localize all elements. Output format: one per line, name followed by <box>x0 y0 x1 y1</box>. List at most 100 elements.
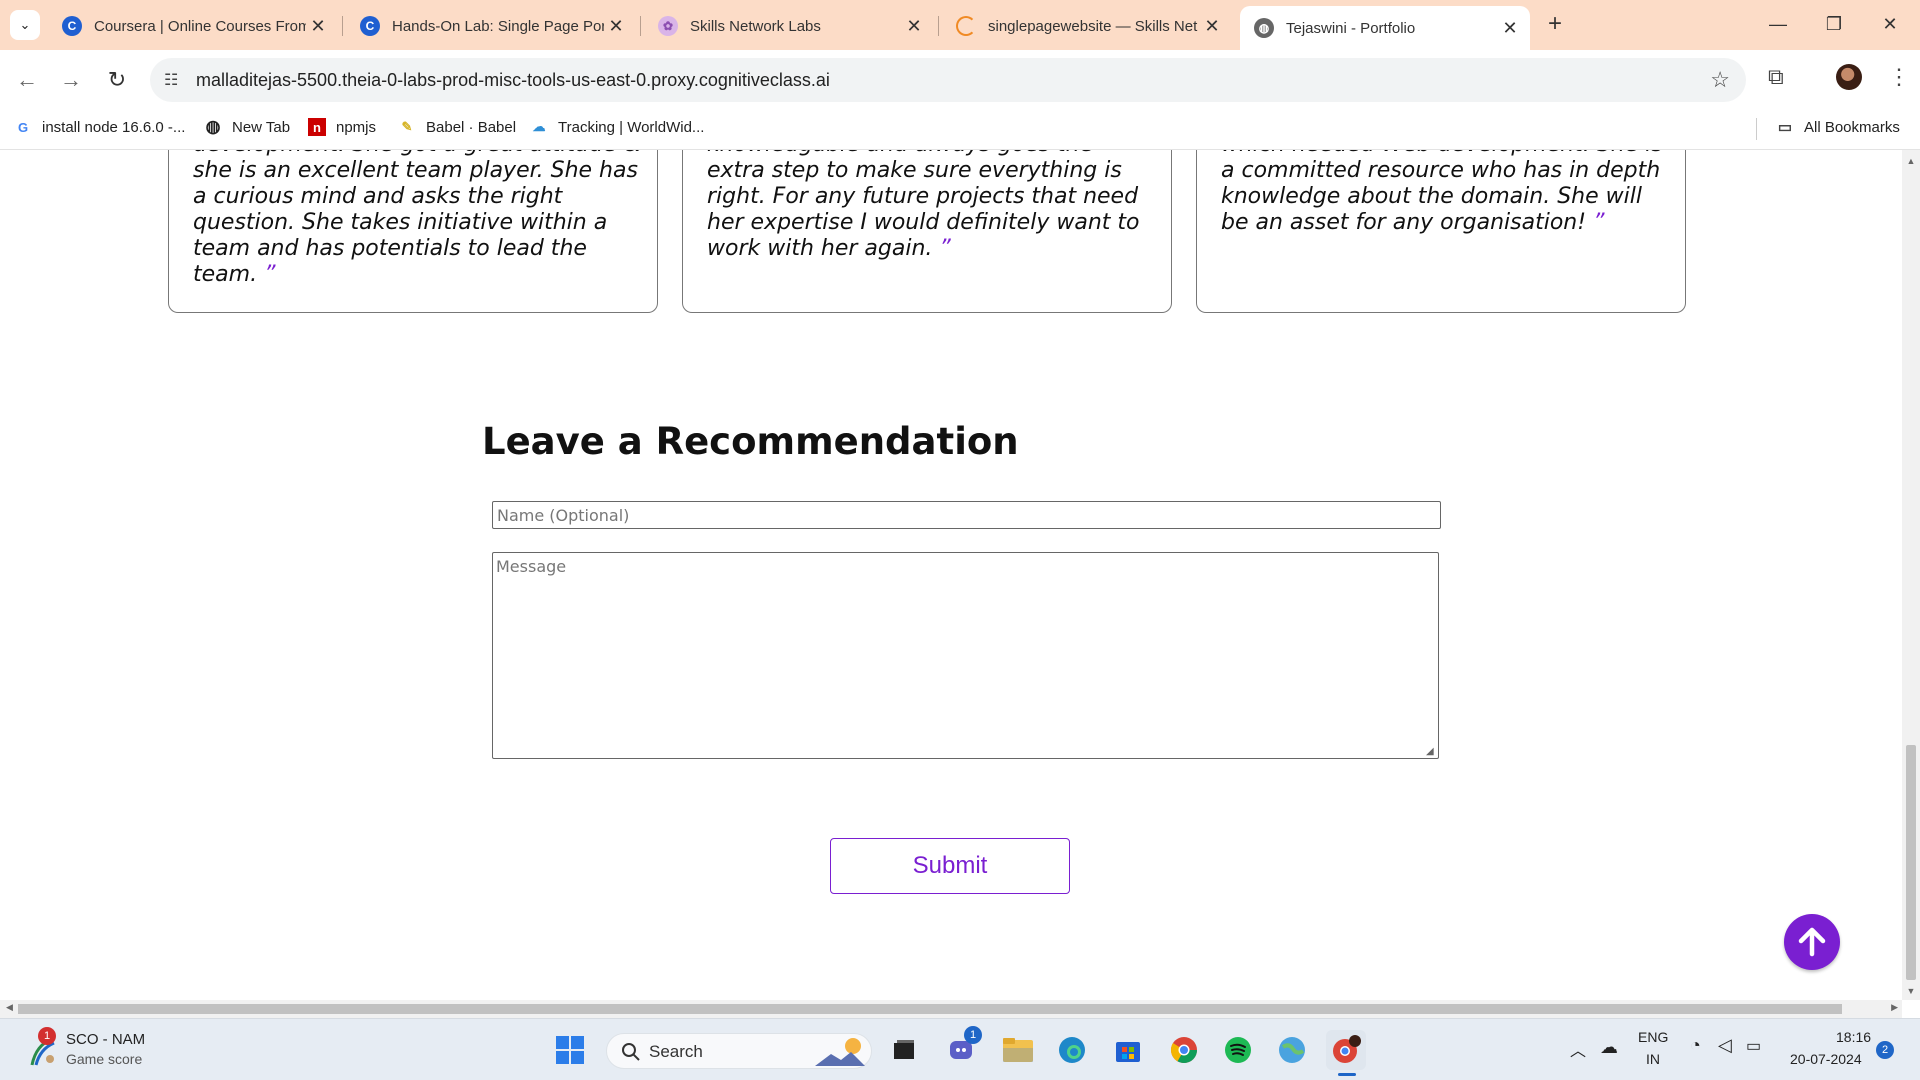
onedrive-cloud-icon[interactable]: ☁ <box>1600 1037 1618 1058</box>
bookmark-label: New Tab <box>232 118 291 136</box>
active-app-indicator <box>1338 1073 1356 1076</box>
resize-grip-icon[interactable]: ◢ <box>1426 746 1434 757</box>
globe-icon: ◍ <box>205 117 221 136</box>
name-input[interactable] <box>492 501 1441 529</box>
bookmark-npmjs[interactable]: n npmjs <box>308 118 376 136</box>
taskbar-search-box[interactable]: Search <box>606 1033 872 1069</box>
loading-icon <box>956 16 976 36</box>
close-icon[interactable]: ✕ <box>1498 18 1522 39</box>
close-icon[interactable]: ✕ <box>902 16 926 37</box>
tab-title: singlepagewebsite — Skills Net <box>988 17 1198 35</box>
notification-badge: 1 <box>38 1027 56 1045</box>
testimonial-card: which needed Web development. She is a c… <box>1196 150 1686 313</box>
search-icon <box>622 1043 640 1061</box>
volume-icon[interactable]: ◁ <box>1718 1035 1732 1056</box>
forward-arrow-icon[interactable]: → <box>56 66 86 96</box>
bookmark-label: All Bookmarks <box>1804 118 1900 136</box>
clock-date[interactable]: 20-07-2024 <box>1790 1051 1862 1067</box>
tab-hands-on-lab[interactable]: C Hands-On Lab: Single Page Por ✕ <box>346 6 636 46</box>
windows-taskbar: 1 SCO - NAM Game score Search 1 ︿ ☁ ENG … <box>0 1018 1920 1080</box>
teams-chat-icon[interactable]: 1 <box>942 1026 982 1070</box>
profile-avatar[interactable] <box>1836 64 1862 90</box>
back-arrow-icon[interactable]: ← <box>12 66 42 96</box>
widget-subtitle: Game score <box>66 1051 143 1067</box>
language-indicator[interactable]: ENG <box>1638 1029 1668 1045</box>
tab-separator <box>342 16 343 36</box>
new-tab-button[interactable]: + <box>1540 10 1570 40</box>
close-icon[interactable]: ✕ <box>306 16 330 37</box>
recommendation-heading: Leave a Recommendation <box>482 420 1019 463</box>
battery-icon[interactable]: ▭ <box>1746 1036 1761 1056</box>
babel-icon: ✎ <box>401 119 413 134</box>
bookmark-label: npmjs <box>336 118 377 136</box>
tab-title: Tejaswini - Portfolio <box>1286 19 1416 37</box>
all-bookmarks-button[interactable]: ▭ All Bookmarks <box>1776 118 1900 137</box>
browser-tab-strip: ⌄ C Coursera | Online Courses From ✕ C H… <box>0 0 1920 50</box>
tab-separator <box>640 16 641 36</box>
address-bar[interactable]: ☷ malladitejas-5500.theia-0-labs-prod-mi… <box>150 58 1746 102</box>
language-region[interactable]: IN <box>1646 1051 1660 1067</box>
arrow-up-icon <box>1798 927 1826 957</box>
chevron-up-icon[interactable]: ︿ <box>1570 1037 1586 1061</box>
microsoft-store-icon[interactable] <box>1108 1030 1148 1070</box>
scroll-to-top-button[interactable] <box>1784 914 1840 970</box>
file-explorer-icon[interactable] <box>998 1030 1038 1070</box>
vertical-scrollbar-thumb[interactable] <box>1906 745 1916 980</box>
bookmarks-separator <box>1756 118 1757 140</box>
menu-icon[interactable]: ⋮ <box>1888 64 1910 90</box>
extensions-icon[interactable]: ⧉ <box>1768 64 1784 90</box>
search-highlight-icon <box>815 1038 865 1066</box>
bookmark-babel[interactable]: ✎ Babel · Babel <box>398 118 517 136</box>
close-icon[interactable]: ✕ <box>1200 16 1224 37</box>
bookmark-label: install node 16.6.0 -... <box>42 118 186 136</box>
widget-title: SCO - NAM <box>66 1031 146 1048</box>
tab-title: Skills Network Labs <box>690 17 821 35</box>
tab-coursera[interactable]: C Coursera | Online Courses From ✕ <box>48 6 338 46</box>
google-icon: G <box>17 119 29 135</box>
horizontal-scrollbar-thumb[interactable] <box>18 1004 1842 1014</box>
horizontal-scrollbar[interactable]: ◀ ▶ <box>0 1000 1902 1018</box>
bookmark-tracking[interactable]: ☁ Tracking | WorldWid... <box>530 118 705 136</box>
close-quote-icon: ” <box>1593 210 1605 235</box>
scroll-left-arrow-icon[interactable]: ◀ <box>6 1002 13 1013</box>
url-text[interactable]: malladitejas-5500.theia-0-labs-prod-misc… <box>196 70 830 91</box>
close-quote-icon: ” <box>264 262 276 287</box>
chrome-profile-icon[interactable] <box>1326 1030 1366 1076</box>
close-icon[interactable]: ✕ <box>604 16 628 37</box>
bookmark-install-node[interactable]: G install node 16.6.0 -... <box>14 118 186 136</box>
tab-tejaswini-portfolio[interactable]: ◍ Tejaswini - Portfolio ✕ <box>1240 6 1530 50</box>
scroll-down-arrow-icon[interactable]: ▼ <box>1902 986 1920 996</box>
tab-singlepagewebsite[interactable]: singlepagewebsite — Skills Net ✕ <box>942 6 1232 46</box>
tab-title: Hands-On Lab: Single Page Por <box>392 17 604 35</box>
notification-count-badge[interactable]: 2 <box>1876 1041 1894 1059</box>
site-settings-icon[interactable]: ☷ <box>164 70 178 90</box>
task-view-icon[interactable] <box>884 1030 924 1070</box>
minimize-icon[interactable]: — <box>1750 0 1806 50</box>
npm-icon: n <box>308 118 326 136</box>
scroll-right-arrow-icon[interactable]: ▶ <box>1891 1002 1898 1013</box>
scroll-up-arrow-icon[interactable]: ▲ <box>1902 156 1920 166</box>
weather-app-icon[interactable] <box>1272 1030 1312 1070</box>
search-label: Search <box>649 1042 703 1061</box>
edge-browser-icon[interactable] <box>1052 1030 1092 1070</box>
wifi-icon[interactable]: ◔ <box>1690 1035 1701 1056</box>
tab-search-dropdown-button[interactable]: ⌄ <box>10 10 40 40</box>
tab-skills-network-labs[interactable]: ✿ Skills Network Labs ✕ <box>644 6 934 46</box>
close-window-icon[interactable]: ✕ <box>1862 0 1918 50</box>
submit-button[interactable]: Submit <box>830 838 1070 894</box>
restore-icon[interactable]: ❐ <box>1806 0 1862 50</box>
sports-widget[interactable]: 1 <box>22 1027 62 1071</box>
bookmark-star-icon[interactable]: ☆ <box>1710 67 1730 93</box>
testimonial-text: development. She got a great attitude & … <box>193 150 641 287</box>
browser-toolbar: ← → ↻ ☷ malladitejas-5500.theia-0-labs-p… <box>0 50 1920 110</box>
bookmark-new-tab[interactable]: ◍ New Tab <box>204 117 291 136</box>
spotify-icon[interactable] <box>1218 1030 1258 1070</box>
windows-start-icon[interactable] <box>550 1030 590 1070</box>
message-textarea[interactable] <box>492 552 1439 759</box>
clock-time[interactable]: 18:16 <box>1836 1029 1871 1045</box>
vertical-scrollbar[interactable]: ▲ ▼ <box>1902 150 1920 1000</box>
chrome-icon[interactable] <box>1164 1030 1204 1070</box>
coursera-icon: C <box>360 16 380 36</box>
reload-icon[interactable]: ↻ <box>102 66 132 96</box>
page-viewport: development. She got a great attitude & … <box>0 150 1902 1000</box>
